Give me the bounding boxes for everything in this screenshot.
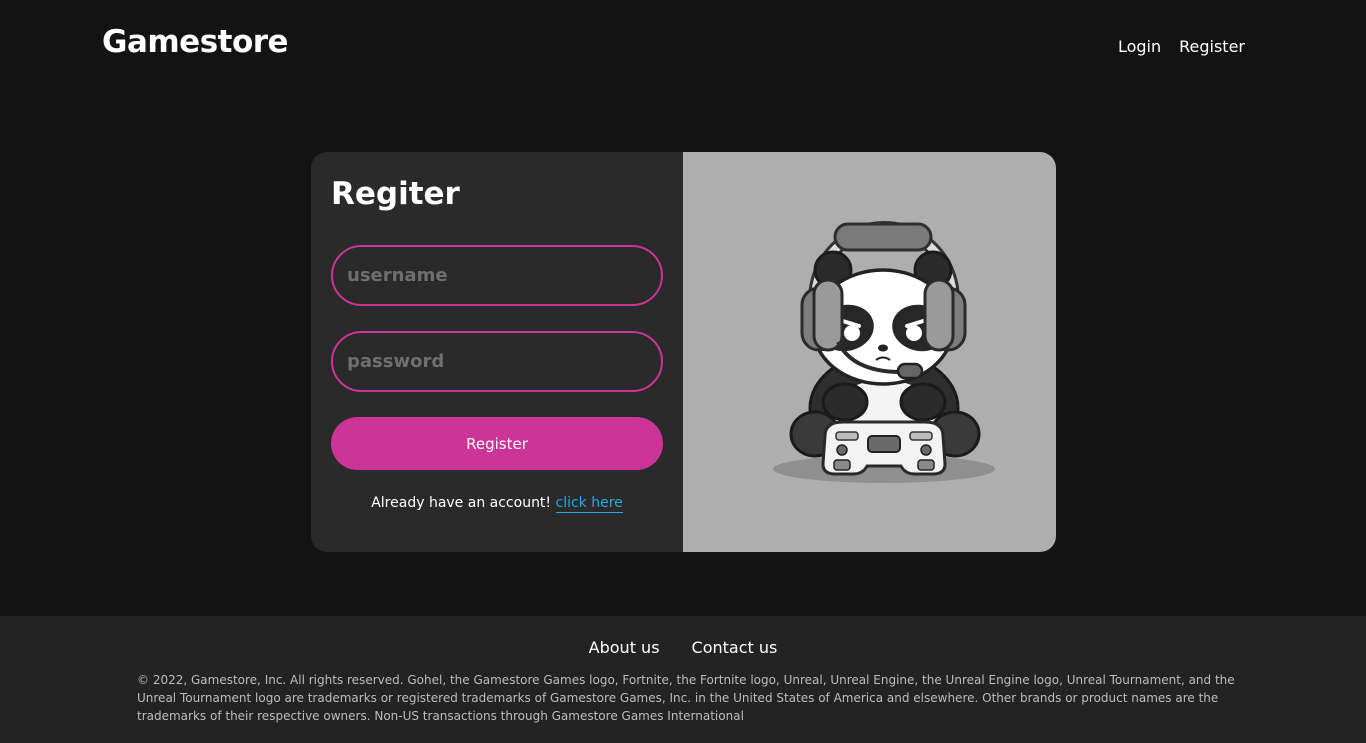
top-nav: Login Register	[1118, 37, 1245, 56]
login-prompt: Already have an account! click here	[311, 495, 683, 513]
about-us-link[interactable]: About us	[589, 638, 660, 657]
register-form-panel: Regiter Register Already have an account…	[311, 152, 683, 552]
username-input[interactable]	[331, 245, 663, 306]
illustration-panel	[683, 152, 1056, 552]
login-prompt-text: Already have an account!	[371, 495, 552, 511]
login-link[interactable]: click here	[555, 495, 623, 513]
register-button[interactable]: Register	[331, 417, 663, 470]
nav-register-link[interactable]: Register	[1179, 37, 1245, 56]
site-logo[interactable]: Gamestore	[102, 24, 289, 60]
site-header: Gamestore Login Register	[0, 0, 1366, 95]
site-footer: About us Contact us © 2022, Gamestore, I…	[0, 616, 1366, 743]
nav-login-link[interactable]: Login	[1118, 37, 1161, 56]
gaming-panda-icon	[773, 221, 995, 483]
password-input[interactable]	[331, 331, 663, 392]
form-title: Regiter	[331, 176, 460, 212]
contact-us-link[interactable]: Contact us	[692, 638, 778, 657]
register-card: Regiter Register Already have an account…	[311, 152, 1056, 552]
footer-links: About us Contact us	[0, 638, 1366, 657]
legal-notice: © 2022, Gamestore, Inc. All rights reser…	[137, 673, 1235, 723]
